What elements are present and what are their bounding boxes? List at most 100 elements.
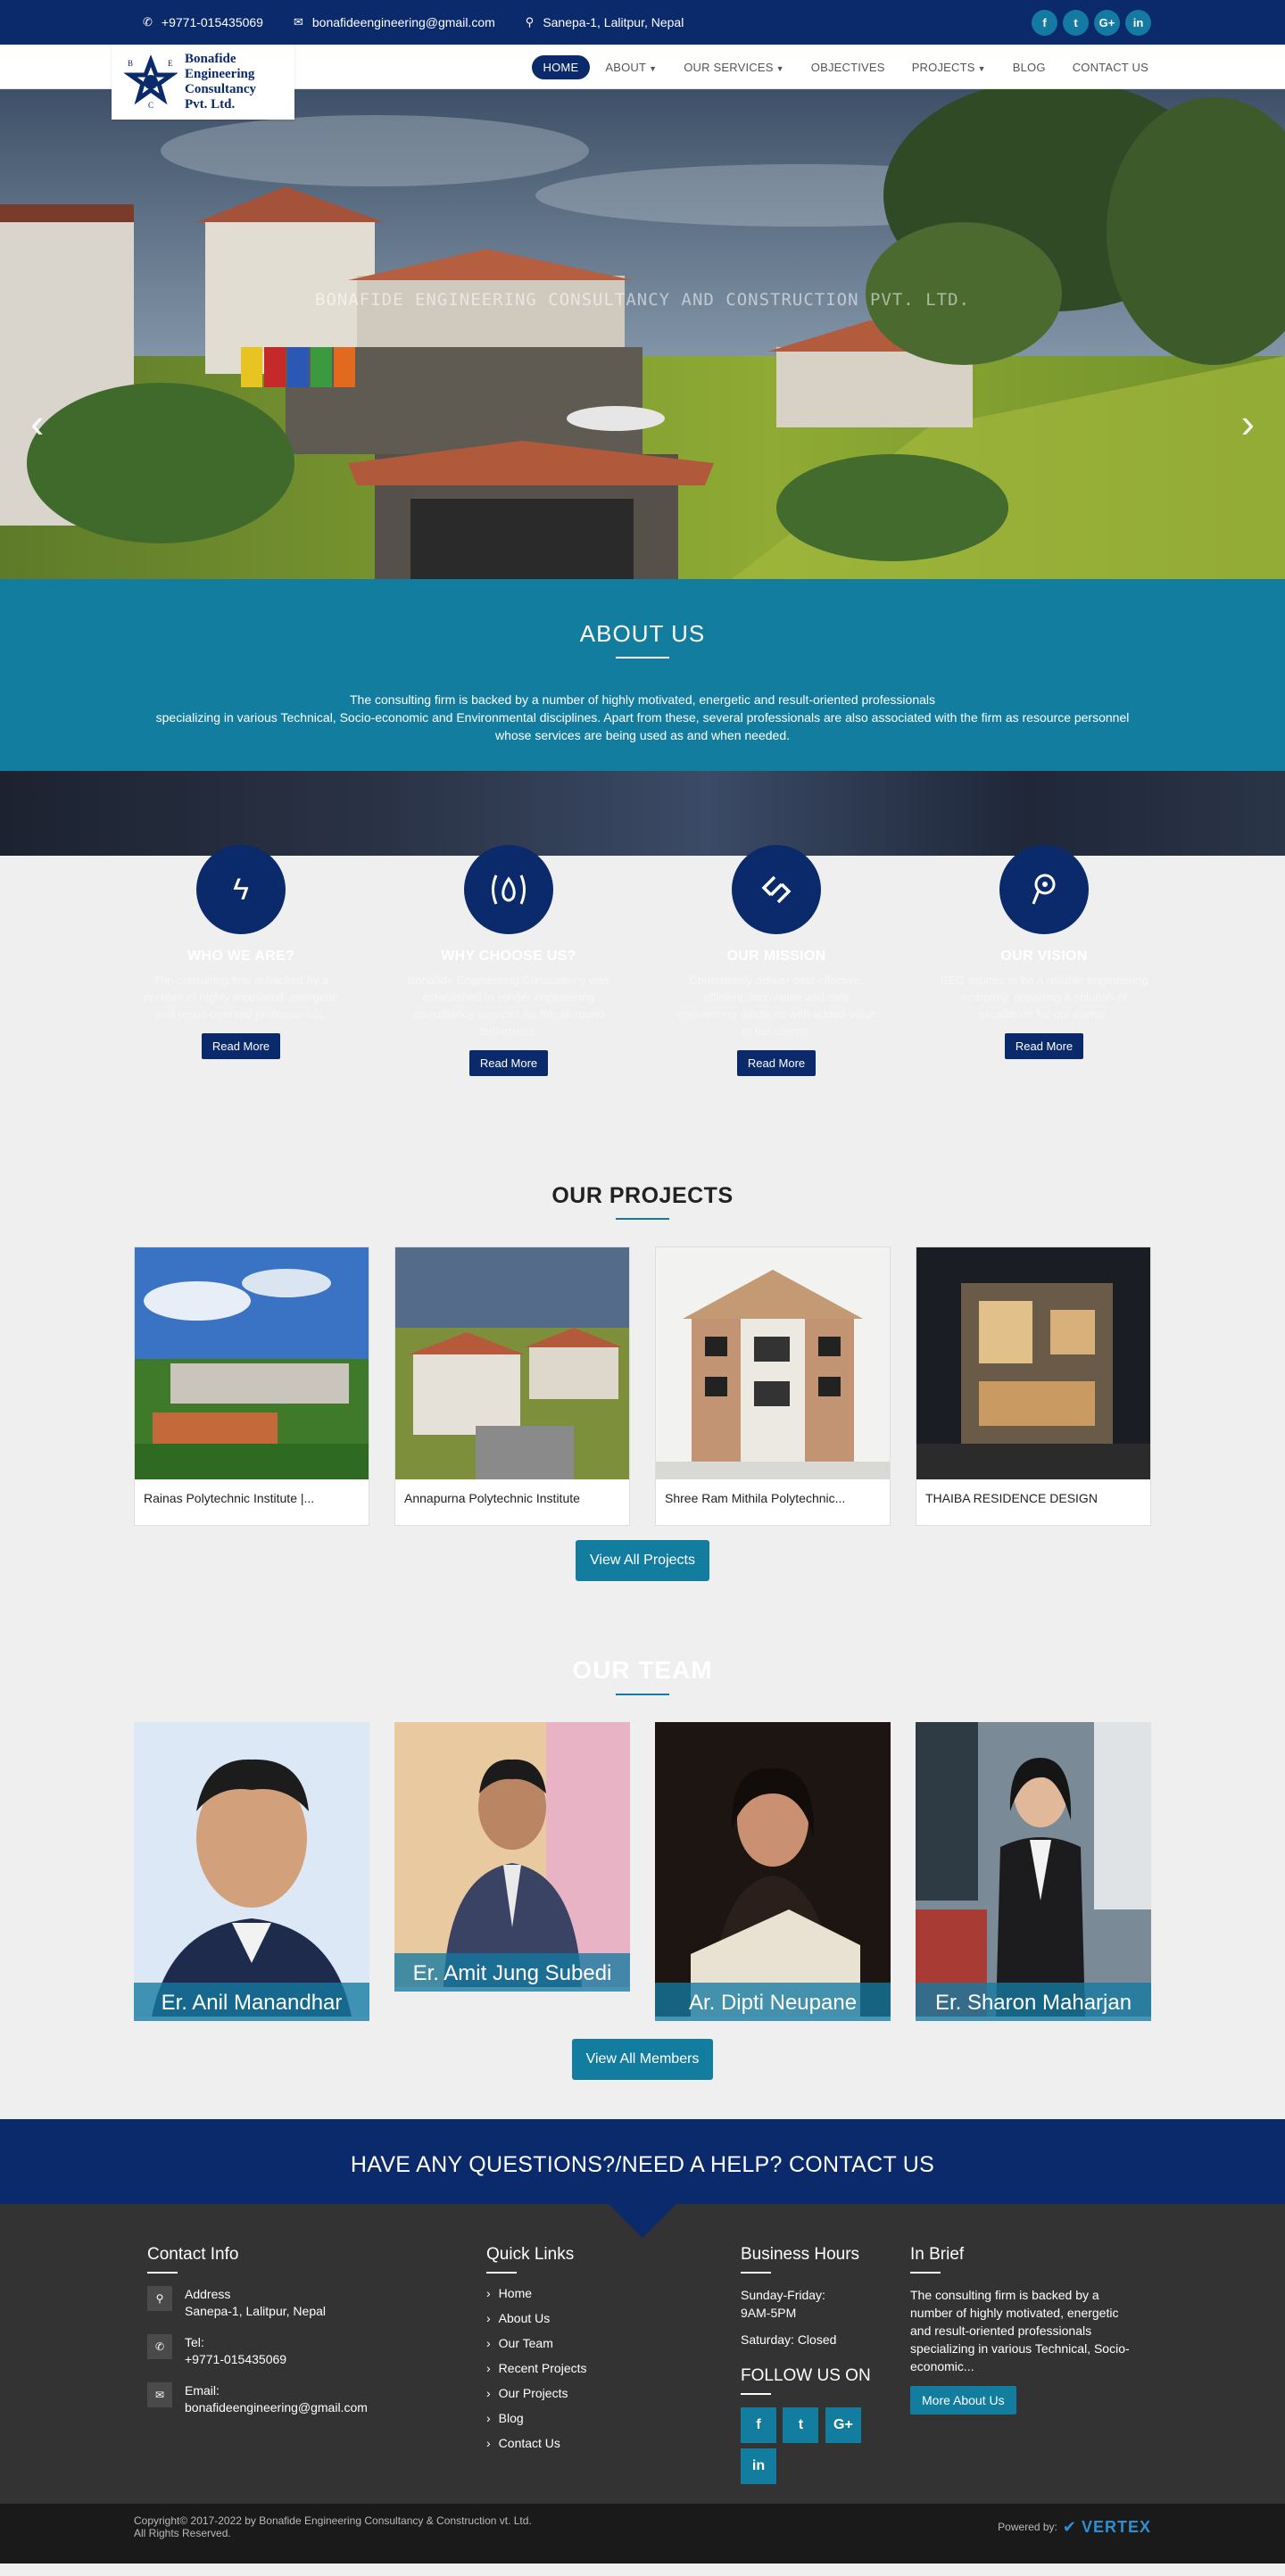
copyright-text: Copyright© 2017-2022 by Bonafide Enginee… <box>134 2514 532 2527</box>
nav-home[interactable]: HOME <box>531 54 591 79</box>
rights-text: All Rights Reserved. <box>134 2527 231 2539</box>
hero-image <box>0 88 1285 579</box>
footer-link-our-team[interactable]: Our Team <box>486 2336 741 2350</box>
facebook-icon[interactable]: f <box>1032 9 1057 36</box>
topbar-phone[interactable]: ✆ +9771-015435069 <box>143 15 263 29</box>
phone-icon: ✆ <box>147 2334 172 2359</box>
projects-title: OUR PROJECTS <box>551 1183 734 1208</box>
footer-in-brief: In Brief The consulting firm is backed b… <box>910 2245 1133 2489</box>
team-member-card[interactable]: Er. Amit Jung Subedi <box>394 1722 630 1992</box>
read-more-button[interactable]: Read More <box>1004 1033 1084 1059</box>
navbar: B E C Bonafide Engineering Consultancy P… <box>0 45 1285 120</box>
nav-about[interactable]: ABOUT ▼ <box>593 55 668 79</box>
footer-link-blog[interactable]: Blog <box>486 2411 741 2425</box>
envelope-icon: ✉ <box>147 2382 172 2407</box>
facebook-icon[interactable]: f <box>741 2407 776 2443</box>
svg-text:E: E <box>168 59 173 68</box>
project-card[interactable]: Rainas Polytechnic Institute |... <box>134 1247 369 1526</box>
more-about-us-button[interactable]: More About Us <box>910 2386 1016 2414</box>
site-logo[interactable]: B E C Bonafide Engineering Consultancy P… <box>112 45 294 120</box>
map-marker-icon: ⚲ <box>525 15 535 29</box>
features-background <box>0 771 1285 856</box>
pin-icon <box>999 845 1089 934</box>
view-all-projects-button[interactable]: View All Projects <box>576 1540 709 1581</box>
phone-icon: ✆ <box>143 15 153 29</box>
about-text: The consulting firm is backed by a numbe… <box>155 692 1130 742</box>
project-card[interactable]: Shree Ram Mithila Polytechnic... <box>655 1247 891 1526</box>
google-plus-icon[interactable]: G+ <box>825 2407 861 2443</box>
topbar-email[interactable]: ✉ bonafideengineering@gmail.com <box>294 15 495 29</box>
about-section: ABOUT US The consulting firm is backed b… <box>0 579 1285 771</box>
hero-caption: BONAFIDE ENGINEERING CONSULTANCY AND CON… <box>315 290 970 310</box>
logo-emblem-icon: B E C <box>123 54 178 110</box>
team-member-card[interactable]: Er. Anil Manandhar <box>134 1722 369 2021</box>
nav-our-services[interactable]: OUR SERVICES ▼ <box>672 55 796 79</box>
contact-cta-banner[interactable]: HAVE ANY QUESTIONS?/NEED A HELP? CONTACT… <box>0 2119 1285 2238</box>
nav-contact-us[interactable]: CONTACT US <box>1061 55 1160 79</box>
project-image <box>656 1247 890 1479</box>
svg-text:B: B <box>128 59 133 68</box>
feature-who-we-are: ϟ WHO WE ARE? The consulting firm is bac… <box>120 845 361 1076</box>
project-card[interactable]: Annapurna Polytechnic Institute <box>394 1247 630 1526</box>
member-photo <box>916 1722 1151 2017</box>
member-photo <box>134 1722 369 2017</box>
footer-link-about-us[interactable]: About Us <box>486 2311 741 2325</box>
member-photo <box>394 1722 630 1987</box>
twitter-icon[interactable]: t <box>783 2407 819 2443</box>
nav-projects[interactable]: PROJECTS ▼ <box>900 55 998 79</box>
feature-our-vision: OUR VISION BEC aspires to be a reliable … <box>924 845 1165 1076</box>
twitter-icon[interactable]: t <box>1063 9 1089 36</box>
caret-down-icon: ▼ <box>775 63 784 73</box>
footer-contact-info: Contact Info ⚲ Address Sanepa-1, Lalitpur… <box>147 2245 368 2414</box>
footer-bottom-bar: Copyright© 2017-2022 by Bonafide Enginee… <box>0 2504 1285 2564</box>
footer-link-contact-us[interactable]: Contact Us <box>486 2436 741 2450</box>
map-marker-icon: ⚲ <box>147 2286 172 2311</box>
member-photo <box>655 1722 891 2017</box>
slider-prev-icon[interactable]: ‹ <box>30 402 44 443</box>
footer: Contact Info ⚲ Address Sanepa-1, Lalitpur… <box>0 2204 1285 2504</box>
project-image <box>916 1247 1150 1479</box>
footer-link-our-projects[interactable]: Our Projects <box>486 2386 741 2400</box>
feature-our-mission: OUR MISSION Consistently deliver cost ef… <box>656 845 897 1076</box>
about-title: ABOUT US <box>579 620 706 647</box>
project-image <box>135 1247 369 1479</box>
vertex-logo[interactable]: VERTEX <box>1082 2518 1151 2537</box>
caret-down-icon: ▼ <box>649 63 658 73</box>
svg-text:C: C <box>148 101 153 109</box>
main-menu: HOME ABOUT ▼ OUR SERVICES ▼ OBJECTIVES PRO… <box>531 45 1160 89</box>
company-name: Bonafide Engineering Consultancy Pvt. Lt… <box>185 52 257 112</box>
slider-next-icon[interactable]: › <box>1241 402 1255 443</box>
team-title: OUR TEAM <box>572 1656 713 1684</box>
title-underline <box>616 1218 669 1220</box>
features-row: ϟ WHO WE ARE? The consulting firm is bac… <box>120 845 1165 1076</box>
link-icon <box>732 845 821 934</box>
projects-section: OUR PROJECTS Rainas Polytechnic Institut… <box>0 1076 1285 1581</box>
bolt-icon: ϟ <box>196 845 286 934</box>
read-more-button[interactable]: Read More <box>201 1033 281 1059</box>
project-card[interactable]: THAIBA RESIDENCE DESIGN <box>916 1247 1151 1526</box>
footer-business-hours: Business Hours Sunday-Friday: 9AM-5PM Sa… <box>741 2245 910 2489</box>
title-underline <box>616 1694 669 1695</box>
linkedin-icon[interactable]: in <box>1125 9 1151 36</box>
team-member-card[interactable]: Ar. Dipti Neupane <box>655 1722 891 2021</box>
team-member-card[interactable]: Er. Sharon Maharjan <box>916 1722 1151 2021</box>
footer-link-home[interactable]: Home <box>486 2286 741 2300</box>
team-section: OUR TEAM Er. Anil Manandhar Er. Amit Jun <box>0 1581 1285 2119</box>
project-image <box>395 1247 629 1479</box>
title-underline <box>616 657 669 658</box>
nav-blog[interactable]: BLOG <box>1001 55 1057 79</box>
read-more-button[interactable]: Read More <box>468 1050 549 1076</box>
check-icon: ✔ <box>1062 2517 1076 2536</box>
linkedin-icon[interactable]: in <box>741 2448 776 2484</box>
nav-objectives[interactable]: OBJECTIVES <box>800 55 897 79</box>
topbar-address: ⚲ Sanepa-1, Lalitpur, Nepal <box>525 15 684 29</box>
read-more-button[interactable]: Read More <box>736 1050 817 1076</box>
google-plus-icon[interactable]: G+ <box>1094 9 1120 36</box>
envelope-icon: ✉ <box>293 15 303 29</box>
fire-icon <box>464 845 553 934</box>
caret-down-icon: ▼ <box>977 63 986 73</box>
hero-slider: BONAFIDE ENGINEERING CONSULTANCY AND CON… <box>0 88 1285 579</box>
view-all-members-button[interactable]: View All Members <box>571 2039 714 2080</box>
feature-why-choose-us: WHY CHOOSE US? Bonafide Engineering Cons… <box>388 845 629 1076</box>
footer-link-recent-projects[interactable]: Recent Projects <box>486 2361 741 2375</box>
